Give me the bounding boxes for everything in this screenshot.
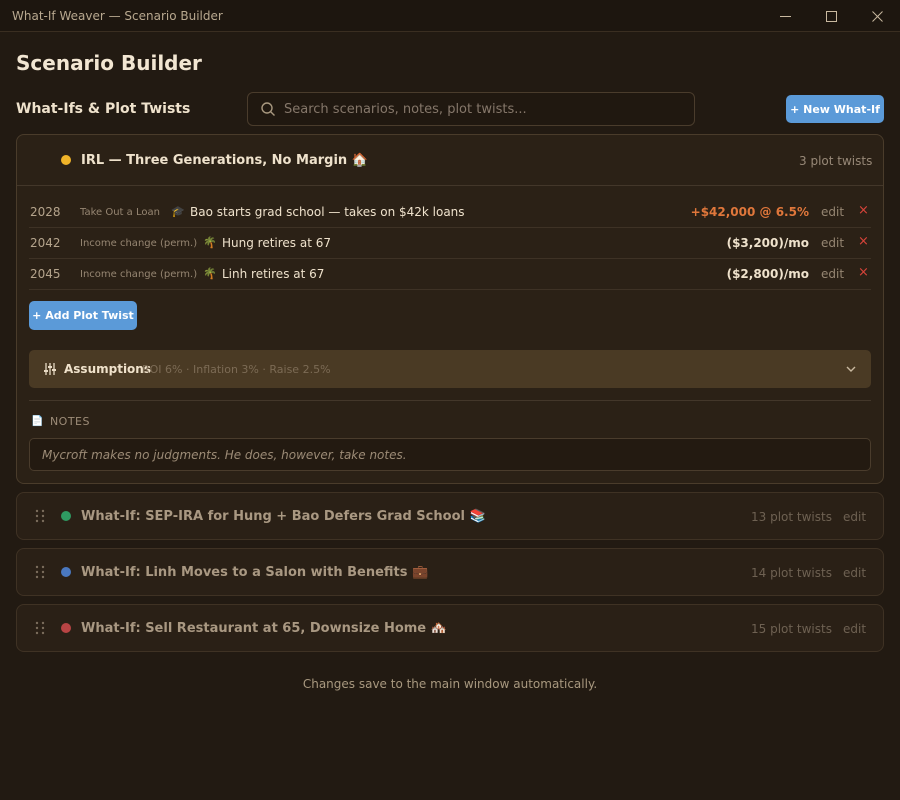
scenario-color-dot bbox=[61, 155, 71, 165]
scenario-color-dot bbox=[61, 511, 71, 521]
delete-twist-icon[interactable]: × bbox=[858, 203, 869, 218]
sliders-icon bbox=[44, 363, 56, 375]
assumptions-toggle[interactable]: Assumptions ROI 6% · Inflation 3% · Rais… bbox=[29, 350, 871, 388]
scenario-card-irl: IRL — Three Generations, No Margin 🏠 3 p… bbox=[16, 134, 884, 484]
scenario-title: What-If: SEP-IRA for Hung + Bao Defers G… bbox=[81, 509, 486, 524]
palm-tree-icon: 🌴 bbox=[203, 236, 217, 249]
scenario-title: What-If: Linh Moves to a Salon with Bene… bbox=[81, 565, 429, 580]
notes-header: 📄 NOTES bbox=[31, 415, 90, 428]
twist-description: Hung retires at 67 bbox=[222, 236, 332, 250]
edit-twist-link[interactable]: edit bbox=[821, 236, 844, 250]
edit-twist-link[interactable]: edit bbox=[821, 205, 844, 219]
assumptions-summary: ROI 6% · Inflation 3% · Raise 2.5% bbox=[142, 363, 331, 376]
autosave-note: Changes save to the main window automati… bbox=[302, 677, 598, 691]
scenario-color-dot bbox=[61, 567, 71, 577]
edit-scenario-link[interactable]: edit bbox=[843, 566, 866, 580]
scenario-card[interactable]: What-If: SEP-IRA for Hung + Bao Defers G… bbox=[16, 492, 884, 540]
scenario-title: What-If: Sell Restaurant at 65, Downsize… bbox=[81, 621, 447, 636]
plot-twist-row: 2028 Take Out a Loan 🎓 Bao starts grad s… bbox=[29, 197, 871, 228]
twist-type: Income change (perm.) bbox=[80, 238, 198, 249]
twist-type: Income change (perm.) bbox=[80, 269, 198, 280]
edit-twist-link[interactable]: edit bbox=[821, 267, 844, 281]
plot-twist-count: 15 plot twists bbox=[751, 622, 832, 636]
plot-twist-count: 3 plot twists bbox=[799, 154, 873, 168]
twist-amount: +$42,000 @ 6.5% bbox=[690, 205, 809, 219]
plot-twist-count: 13 plot twists bbox=[751, 510, 832, 524]
maximize-icon bbox=[825, 10, 837, 22]
twist-year: 2045 bbox=[30, 267, 61, 281]
drag-handle-icon[interactable] bbox=[35, 621, 45, 635]
divider bbox=[29, 400, 871, 401]
section-label: What-Ifs & Plot Twists bbox=[16, 101, 191, 117]
assumptions-label: Assumptions bbox=[64, 362, 151, 376]
search-box[interactable] bbox=[247, 92, 695, 126]
add-plot-twist-button[interactable]: + Add Plot Twist bbox=[29, 301, 137, 330]
plot-twist-row: 2042 Income change (perm.) 🌴 Hung retire… bbox=[29, 228, 871, 259]
twist-amount: ($3,200)/mo bbox=[726, 236, 809, 250]
plot-twist-count: 14 plot twists bbox=[751, 566, 832, 580]
twist-year: 2042 bbox=[30, 236, 61, 250]
drag-handle-icon[interactable] bbox=[35, 565, 45, 579]
notes-field[interactable]: Mycroft makes no judgments. He does, how… bbox=[29, 438, 871, 471]
notepad-icon: 📄 bbox=[31, 416, 44, 427]
title-bar: What-If Weaver — Scenario Builder bbox=[0, 0, 900, 32]
delete-twist-icon[interactable]: × bbox=[858, 234, 869, 249]
delete-twist-icon[interactable]: × bbox=[858, 265, 869, 280]
edit-scenario-link[interactable]: edit bbox=[843, 510, 866, 524]
minimize-icon bbox=[779, 15, 791, 17]
twist-description: Linh retires at 67 bbox=[222, 267, 325, 281]
chevron-down-icon bbox=[846, 366, 856, 372]
palm-tree-icon: 🌴 bbox=[203, 267, 217, 280]
scenario-color-dot bbox=[61, 623, 71, 633]
close-window-button[interactable] bbox=[854, 0, 900, 32]
scenario-card[interactable]: What-If: Sell Restaurant at 65, Downsize… bbox=[16, 604, 884, 652]
new-what-if-button[interactable]: + New What-If bbox=[786, 95, 884, 123]
notes-label: NOTES bbox=[49, 415, 90, 428]
window-title: What-If Weaver — Scenario Builder bbox=[12, 9, 223, 23]
plot-twist-row: 2045 Income change (perm.) 🌴 Linh retire… bbox=[29, 259, 871, 290]
scenario-card[interactable]: What-If: Linh Moves to a Salon with Bene… bbox=[16, 548, 884, 596]
maximize-button[interactable] bbox=[808, 0, 854, 32]
edit-scenario-link[interactable]: edit bbox=[843, 622, 866, 636]
search-icon bbox=[261, 102, 275, 116]
drag-handle-icon[interactable] bbox=[35, 509, 45, 523]
graduation-cap-icon: 🎓 bbox=[171, 205, 185, 218]
scenario-header[interactable]: IRL — Three Generations, No Margin 🏠 3 p… bbox=[17, 135, 883, 186]
search-input[interactable] bbox=[284, 93, 684, 125]
scenario-title: IRL — Three Generations, No Margin 🏠 bbox=[81, 153, 368, 168]
twist-year: 2028 bbox=[30, 205, 61, 219]
twist-type: Take Out a Loan bbox=[80, 207, 160, 218]
notes-text: Mycroft makes no judgments. He does, how… bbox=[42, 448, 407, 462]
twist-amount: ($2,800)/mo bbox=[726, 267, 809, 281]
twist-description: Bao starts grad school — takes on $42k l… bbox=[190, 205, 465, 219]
minimize-button[interactable] bbox=[762, 0, 808, 32]
page-title: Scenario Builder bbox=[16, 51, 202, 75]
close-icon bbox=[871, 10, 883, 22]
